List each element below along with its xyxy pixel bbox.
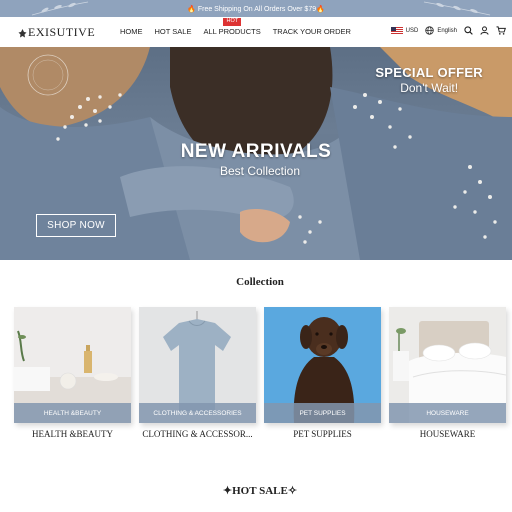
special-offer-subtitle: Don't Wait! bbox=[400, 81, 459, 95]
header-tools: USD English bbox=[390, 26, 506, 35]
leaf-decoration-icon bbox=[423, 1, 491, 16]
nav-all-products[interactable]: ALL PRODUCTS HOT bbox=[203, 18, 261, 36]
language-label: English bbox=[437, 27, 457, 34]
special-offer: SPECIAL OFFER Don't Wait! bbox=[375, 65, 483, 95]
currency-selector[interactable]: USD bbox=[390, 26, 419, 35]
collection-band: CLOTHING & ACCESSORIES bbox=[139, 403, 256, 423]
shop-now-button[interactable]: SHOP NOW bbox=[36, 214, 116, 237]
nav-track-order[interactable]: TRACK YOUR ORDER bbox=[273, 27, 351, 36]
hot-badge: HOT bbox=[223, 18, 242, 26]
collection-band: PET SUPPLIES bbox=[264, 403, 381, 423]
hot-sale-title: ✦HOT SALE✧ bbox=[222, 485, 298, 497]
collection-caption[interactable]: CLOTHING & ACCESSOR... bbox=[133, 429, 262, 439]
collection-caption[interactable]: HOUSEWARE bbox=[383, 429, 512, 439]
collection-band: HEALTH &BEAUTY bbox=[14, 403, 131, 423]
logo-mark-icon bbox=[18, 28, 27, 37]
announcement-text: 🔥 Free Shipping On All Orders Over $79🔥 bbox=[187, 5, 325, 13]
announcement-bar: 🔥 Free Shipping On All Orders Over $79🔥 bbox=[0, 0, 512, 17]
site-header: EXISUTIVE HOME HOT SALE ALL PRODUCTS HOT… bbox=[0, 17, 512, 47]
currency-label: USD bbox=[405, 27, 419, 34]
account-icon[interactable] bbox=[480, 26, 489, 35]
nav-all-products-label: ALL PRODUCTS bbox=[203, 27, 261, 36]
language-selector[interactable]: English bbox=[425, 26, 457, 35]
leaf-decoration-icon bbox=[31, 1, 89, 16]
cart-icon[interactable] bbox=[496, 26, 506, 35]
collection-caption[interactable]: HEALTH &BEAUTY bbox=[8, 429, 137, 439]
search-icon[interactable] bbox=[464, 26, 473, 35]
nav-hot-sale[interactable]: HOT SALE bbox=[155, 27, 192, 36]
main-nav: HOME HOT SALE ALL PRODUCTS HOT TRACK YOU… bbox=[120, 18, 351, 36]
nav-home[interactable]: HOME bbox=[120, 27, 143, 36]
collection-band: HOUSEWARE bbox=[389, 403, 506, 423]
hero-subtitle: Best Collection bbox=[219, 164, 301, 178]
site-logo[interactable]: EXISUTIVE bbox=[18, 25, 95, 40]
hero-title: NEW ARRIVALS bbox=[180, 141, 332, 162]
us-flag-icon bbox=[390, 26, 403, 35]
collection-title: Collection bbox=[236, 276, 284, 288]
special-offer-title: SPECIAL OFFER bbox=[375, 65, 483, 80]
logo-text: EXISUTIVE bbox=[28, 25, 96, 39]
hero-banner: SPECIAL OFFER Don't Wait! NEW ARRIVALS B… bbox=[0, 47, 512, 260]
collection-caption[interactable]: PET SUPPLIES bbox=[258, 429, 387, 439]
globe-icon bbox=[425, 26, 434, 35]
